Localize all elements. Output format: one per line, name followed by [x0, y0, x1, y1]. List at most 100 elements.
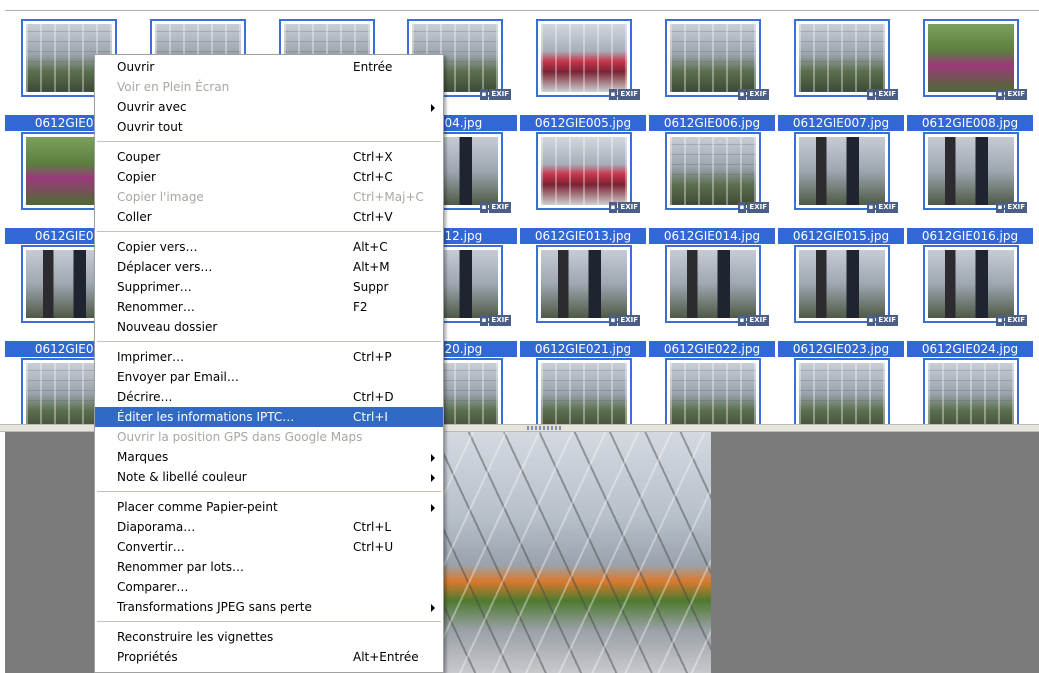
- thumbnail-item[interactable]: ▪ EXIF 0612GIE015.jpg: [778, 132, 904, 244]
- menu-item-label: Déplacer vers…: [117, 260, 213, 274]
- menu-item[interactable]: Renommer… F2: [95, 297, 443, 317]
- splitter-grip[interactable]: [527, 426, 563, 430]
- menu-item[interactable]: Ouvrir Entrée: [95, 57, 443, 77]
- thumbnail-label[interactable]: 0612GIE021.jpg: [520, 341, 646, 357]
- thumbnail-label[interactable]: 0612GIE008.jpg: [907, 115, 1033, 131]
- menu-item[interactable]: Transformations JPEG sans perte: [95, 597, 443, 617]
- menu-item-label: Marques: [117, 450, 169, 464]
- thumbnail-item[interactable]: [778, 358, 904, 425]
- thumbnail-image: [670, 24, 756, 92]
- thumbnail-frame[interactable]: [794, 245, 890, 323]
- menu-item-label: Note & libellé couleur: [117, 470, 247, 484]
- submenu-arrow-icon: [431, 104, 435, 112]
- menu-item[interactable]: Décrire… Ctrl+D: [95, 387, 443, 407]
- menu-item[interactable]: Note & libellé couleur: [95, 467, 443, 487]
- thumbnail-frame[interactable]: [536, 19, 632, 97]
- menu-item[interactable]: Comparer…: [95, 577, 443, 597]
- menu-item[interactable]: Convertir… Ctrl+U: [95, 537, 443, 557]
- thumbnail-frame[interactable]: [923, 19, 1019, 97]
- thumbnail-item[interactable]: ▪ EXIF 0612GIE008.jpg: [907, 19, 1033, 131]
- file-icon: ▪: [608, 315, 618, 326]
- menu-item-label: Copier l'image: [117, 190, 204, 204]
- exif-icon: EXIF: [747, 89, 769, 100]
- thumbnail-label[interactable]: 0612GIE006.jpg: [649, 115, 775, 131]
- thumbnail-image: [541, 250, 627, 318]
- menu-item[interactable]: Couper Ctrl+X: [95, 147, 443, 167]
- thumbnail-item[interactable]: ▪ EXIF 0612GIE007.jpg: [778, 19, 904, 131]
- menu-item-shortcut: Alt+C: [353, 240, 388, 254]
- thumbnail-frame[interactable]: [794, 358, 890, 425]
- thumbnail-frame[interactable]: [794, 19, 890, 97]
- menu-item[interactable]: Déplacer vers… Alt+M: [95, 257, 443, 277]
- exif-icon: EXIF: [489, 89, 511, 100]
- thumbnail-item[interactable]: [520, 358, 646, 425]
- menu-item-label: Diaporama…: [117, 520, 196, 534]
- context-menu: Ouvrir Entrée Voir en Plein Écran Ouvrir av…: [94, 54, 444, 673]
- thumbnail-frame[interactable]: [665, 358, 761, 425]
- menu-item[interactable]: Propriétés Alt+Entrée: [95, 647, 443, 667]
- menu-item-shortcut: Ctrl+X: [353, 150, 393, 164]
- exif-badge: ▪EXIF: [608, 89, 640, 100]
- menu-item-shortcut: Alt+M: [353, 260, 390, 274]
- menu-item-label: Couper: [117, 150, 161, 164]
- thumbnail-label[interactable]: 0612GIE014.jpg: [649, 228, 775, 244]
- thumbnail-frame[interactable]: [794, 132, 890, 210]
- menu-item[interactable]: Copier vers… Alt+C: [95, 237, 443, 257]
- menu-item[interactable]: Imprimer… Ctrl+P: [95, 347, 443, 367]
- file-icon: ▪: [608, 202, 618, 213]
- exif-badge: ▪EXIF: [995, 202, 1027, 213]
- menu-item[interactable]: Ouvrir avec: [95, 97, 443, 117]
- thumbnail-item[interactable]: ▪ EXIF 0612GIE023.jpg: [778, 245, 904, 357]
- thumbnail-item[interactable]: [907, 358, 1033, 425]
- menu-item[interactable]: Coller Ctrl+V: [95, 207, 443, 227]
- menu-item[interactable]: Éditer les informations IPTC… Ctrl+I: [95, 407, 443, 427]
- menu-item-shortcut: Ctrl+U: [353, 540, 394, 554]
- thumbnail-frame[interactable]: [665, 245, 761, 323]
- menu-item[interactable]: Renommer par lots…: [95, 557, 443, 577]
- thumbnail-label[interactable]: 0612GIE022.jpg: [649, 341, 775, 357]
- exif-icon: EXIF: [747, 315, 769, 326]
- thumbnail-label[interactable]: 0612GIE013.jpg: [520, 228, 646, 244]
- menu-item-label: Renommer par lots…: [117, 560, 244, 574]
- thumbnail-frame[interactable]: [923, 358, 1019, 425]
- menu-item[interactable]: Copier Ctrl+C: [95, 167, 443, 187]
- file-icon: ▪: [995, 202, 1005, 213]
- menu-item[interactable]: Marques: [95, 447, 443, 467]
- menu-item-label: Transformations JPEG sans perte: [117, 600, 312, 614]
- menu-item[interactable]: Ouvrir tout: [95, 117, 443, 137]
- menu-item-label: Ouvrir tout: [117, 120, 183, 134]
- thumbnail-item[interactable]: ▪ EXIF 0612GIE024.jpg: [907, 245, 1033, 357]
- thumbnail-label[interactable]: 0612GIE005.jpg: [520, 115, 646, 131]
- thumbnail-item[interactable]: ▪ EXIF 0612GIE022.jpg: [649, 245, 775, 357]
- menu-item[interactable]: Diaporama… Ctrl+L: [95, 517, 443, 537]
- thumbnail-item[interactable]: ▪ EXIF 0612GIE013.jpg: [520, 132, 646, 244]
- thumbnail-item[interactable]: ▪ EXIF 0612GIE006.jpg: [649, 19, 775, 131]
- menu-item[interactable]: Nouveau dossier: [95, 317, 443, 337]
- file-icon: ▪: [737, 202, 747, 213]
- thumbnail-image: [928, 24, 1014, 92]
- thumbnail-frame[interactable]: [665, 19, 761, 97]
- thumbnail-frame[interactable]: [536, 245, 632, 323]
- thumbnail-label[interactable]: 0612GIE016.jpg: [907, 228, 1033, 244]
- thumbnail-image: [799, 363, 885, 425]
- menu-item[interactable]: Supprimer… Suppr: [95, 277, 443, 297]
- thumbnail-frame[interactable]: [923, 245, 1019, 323]
- thumbnail-item[interactable]: ▪ EXIF 0612GIE014.jpg: [649, 132, 775, 244]
- thumbnail-item[interactable]: ▪ EXIF 0612GIE016.jpg: [907, 132, 1033, 244]
- thumbnail-item[interactable]: ▪ EXIF 0612GIE021.jpg: [520, 245, 646, 357]
- thumbnail-frame[interactable]: [923, 132, 1019, 210]
- thumbnail-frame[interactable]: [665, 132, 761, 210]
- thumbnail-label[interactable]: 0612GIE023.jpg: [778, 341, 904, 357]
- thumbnail-item[interactable]: [649, 358, 775, 425]
- thumbnail-label[interactable]: 0612GIE015.jpg: [778, 228, 904, 244]
- menu-item[interactable]: Envoyer par Email…: [95, 367, 443, 387]
- menu-item[interactable]: Placer comme Papier-peint: [95, 497, 443, 517]
- thumbnail-label[interactable]: 0612GIE024.jpg: [907, 341, 1033, 357]
- menu-item[interactable]: Reconstruire les vignettes: [95, 627, 443, 647]
- thumbnail-frame[interactable]: [536, 132, 632, 210]
- thumbnail-label[interactable]: 0612GIE007.jpg: [778, 115, 904, 131]
- thumbnail-frame[interactable]: [536, 358, 632, 425]
- menu-item-label: Renommer…: [117, 300, 195, 314]
- menu-item-shortcut: Ctrl+L: [353, 520, 392, 534]
- thumbnail-item[interactable]: ▪ EXIF 0612GIE005.jpg: [520, 19, 646, 131]
